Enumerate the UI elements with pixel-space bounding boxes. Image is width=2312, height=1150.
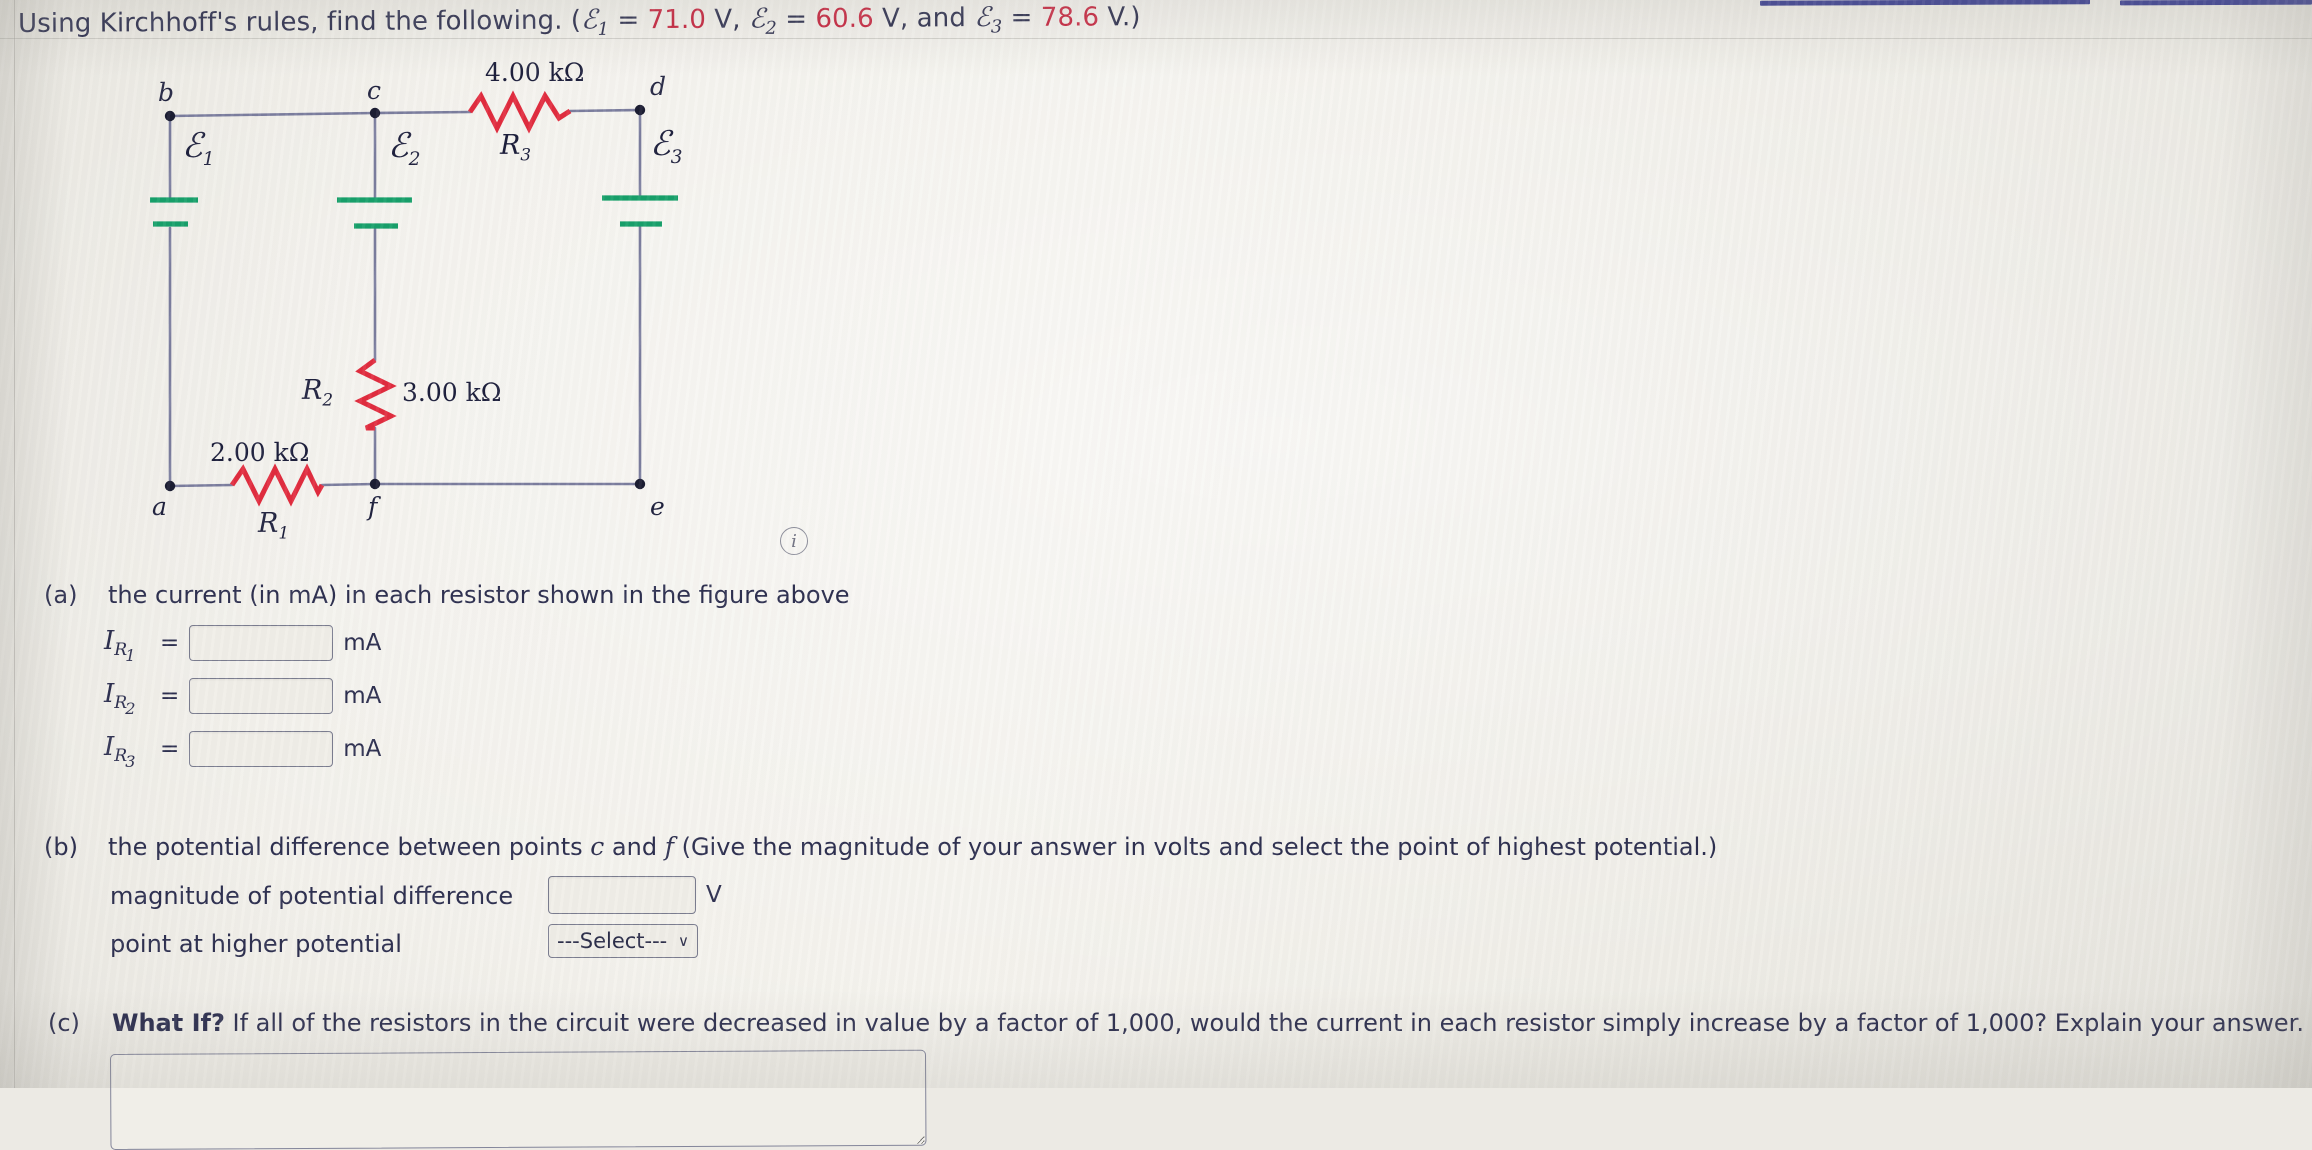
part-c-body: If all of the resistors in the circuit w… xyxy=(224,1009,2304,1037)
part-b-point-f: f xyxy=(664,832,674,861)
figure-emf3-label: ℰ3 xyxy=(650,124,683,168)
input-potential-magnitude[interactable] xyxy=(548,876,696,914)
emf2-subscript: 2 xyxy=(765,17,777,39)
select-higher-potential[interactable]: ---Select--- ∨ xyxy=(548,924,698,958)
equals-ir2: = xyxy=(160,683,180,709)
wire-b-to-c xyxy=(168,111,377,118)
resistor-r2-zigzag xyxy=(354,357,397,431)
resistor-r1-zigzag xyxy=(229,463,325,507)
figure-emf2-sub: 2 xyxy=(408,148,421,170)
wire-a-to-r1 xyxy=(168,483,234,488)
circuit-svg xyxy=(150,90,678,507)
part-b-text-1: the potential difference between points xyxy=(108,833,591,861)
label-ir3-sub-n: 3 xyxy=(125,752,136,772)
emf2-symbol: ℰ2 xyxy=(748,3,777,39)
unit-ir1: mA xyxy=(343,630,382,656)
figure-emf1-label: ℰ1 xyxy=(182,126,215,170)
chevron-down-icon: ∨ xyxy=(678,932,689,950)
label-ir2: IR2 xyxy=(104,678,136,719)
emf3-equals: = xyxy=(1002,2,1041,33)
input-ir3[interactable] xyxy=(189,731,334,767)
node-label-e: e xyxy=(650,492,665,521)
battery-plates xyxy=(150,195,678,229)
label-ir1-sub-n: 1 xyxy=(125,646,136,666)
part-b-point-c: c xyxy=(590,832,605,861)
node-label-f: f xyxy=(368,492,378,521)
label-ir3: IR3 xyxy=(104,731,136,772)
select-higher-potential-value: ---Select--- xyxy=(557,929,668,953)
resistor-r2-sub: 2 xyxy=(322,389,333,410)
answer-row-potential-magnitude: V xyxy=(548,876,722,914)
label-ir1: IR1 xyxy=(104,625,136,666)
part-b-text: the potential difference between points … xyxy=(108,832,1717,862)
info-icon-glyph: i xyxy=(791,530,797,552)
node-label-d: d xyxy=(650,72,667,101)
emf3-value: 78.6 xyxy=(1040,2,1100,33)
answer-row-ir1: IR1 = mA xyxy=(104,625,382,666)
emf3-unit: V.) xyxy=(1099,2,1141,33)
node-label-a: a xyxy=(152,492,167,521)
emf3-subscript: 3 xyxy=(990,16,1003,38)
label-magnitude: magnitude of potential difference xyxy=(110,882,514,910)
part-c-tag: (c) xyxy=(48,1009,80,1037)
label-higher-potential: point at higher potential xyxy=(110,930,402,958)
emf1-unit: V, xyxy=(705,4,750,35)
part-a-text: the current (in mA) in each resistor sho… xyxy=(108,581,850,609)
node-dot-b xyxy=(164,110,176,122)
emf1-equals: = xyxy=(608,5,648,36)
emf3-symbol: ℰ3 xyxy=(974,2,1003,38)
answer-row-ir2: IR2 = mA xyxy=(104,678,382,719)
node-dot-c xyxy=(369,107,381,119)
figure-emf1-sub: 1 xyxy=(202,148,215,170)
resistor-r3-name: R3 xyxy=(500,130,531,165)
resistor-r3-sub: 3 xyxy=(520,144,531,165)
question-prompt: Using Kirchhoff's rules, find the follow… xyxy=(18,1,1141,49)
wire-r1-to-f xyxy=(320,482,377,487)
emf2-unit: V, and xyxy=(873,3,975,34)
node-label-b: b xyxy=(158,78,175,107)
unit-volts: V xyxy=(706,882,722,908)
wire-c-to-r3 xyxy=(373,110,472,115)
prompt-lead: Using Kirchhoff's rules, find the follow… xyxy=(18,5,582,39)
node-dot-d xyxy=(634,104,646,116)
part-b-text-3: (Give the magnitude of your answer in vo… xyxy=(673,833,1718,861)
equals-ir3: = xyxy=(160,736,180,762)
emf1-symbol: ℰ1 xyxy=(581,4,610,40)
unit-ir3: mA xyxy=(343,736,382,762)
resistor-r2-value: 3.00 kΩ xyxy=(402,378,502,407)
resistor-r1-sub: 1 xyxy=(278,522,289,543)
part-c-what-if: What If? xyxy=(112,1009,225,1037)
answer-row-higher-potential: ---Select--- ∨ xyxy=(548,924,698,958)
resistor-r3-value: 4.00 kΩ xyxy=(485,58,585,87)
answer-row-ir3: IR3 = mA xyxy=(104,731,382,772)
node-dot-e xyxy=(634,478,646,490)
equals-ir1: = xyxy=(160,630,180,656)
textarea-part-c-answer[interactable] xyxy=(110,1049,927,1150)
label-ir2-sub-n: 2 xyxy=(125,699,136,719)
resistor-r1-value: 2.00 kΩ xyxy=(210,438,310,467)
figure-emf2-label: ℰ2 xyxy=(388,126,421,170)
input-ir2[interactable] xyxy=(189,678,334,714)
part-b-tag: (b) xyxy=(44,833,78,861)
wire-r3-to-d xyxy=(568,108,642,113)
part-a-tag: (a) xyxy=(44,581,78,609)
resistor-r2-name: R2 xyxy=(302,375,333,410)
info-icon[interactable]: i xyxy=(780,527,808,555)
emf1-value: 71.0 xyxy=(647,4,707,36)
resistor-r1-name: R1 xyxy=(258,508,289,543)
emf1-subscript: 1 xyxy=(597,18,610,40)
part-b-text-2: and xyxy=(604,833,665,861)
part-c-text: What If? If all of the resistors in the … xyxy=(112,1008,2304,1038)
node-dot-f xyxy=(369,478,381,490)
unit-ir2: mA xyxy=(343,683,382,709)
input-ir1[interactable] xyxy=(189,625,334,661)
question-content: Using Kirchhoff's rules, find the follow… xyxy=(0,0,2312,1150)
circuit-diagram: b c d a f e ℰ1 ℰ2 ℰ3 4.00 kΩ R3 R2 3.00 … xyxy=(150,58,710,543)
node-dot-a xyxy=(164,480,176,492)
emf2-equals: = xyxy=(776,4,816,35)
emf2-value: 60.6 xyxy=(815,3,874,35)
resistor-r3-zigzag xyxy=(467,90,572,134)
node-label-c: c xyxy=(367,76,382,105)
figure-emf3-sub: 3 xyxy=(670,146,683,168)
